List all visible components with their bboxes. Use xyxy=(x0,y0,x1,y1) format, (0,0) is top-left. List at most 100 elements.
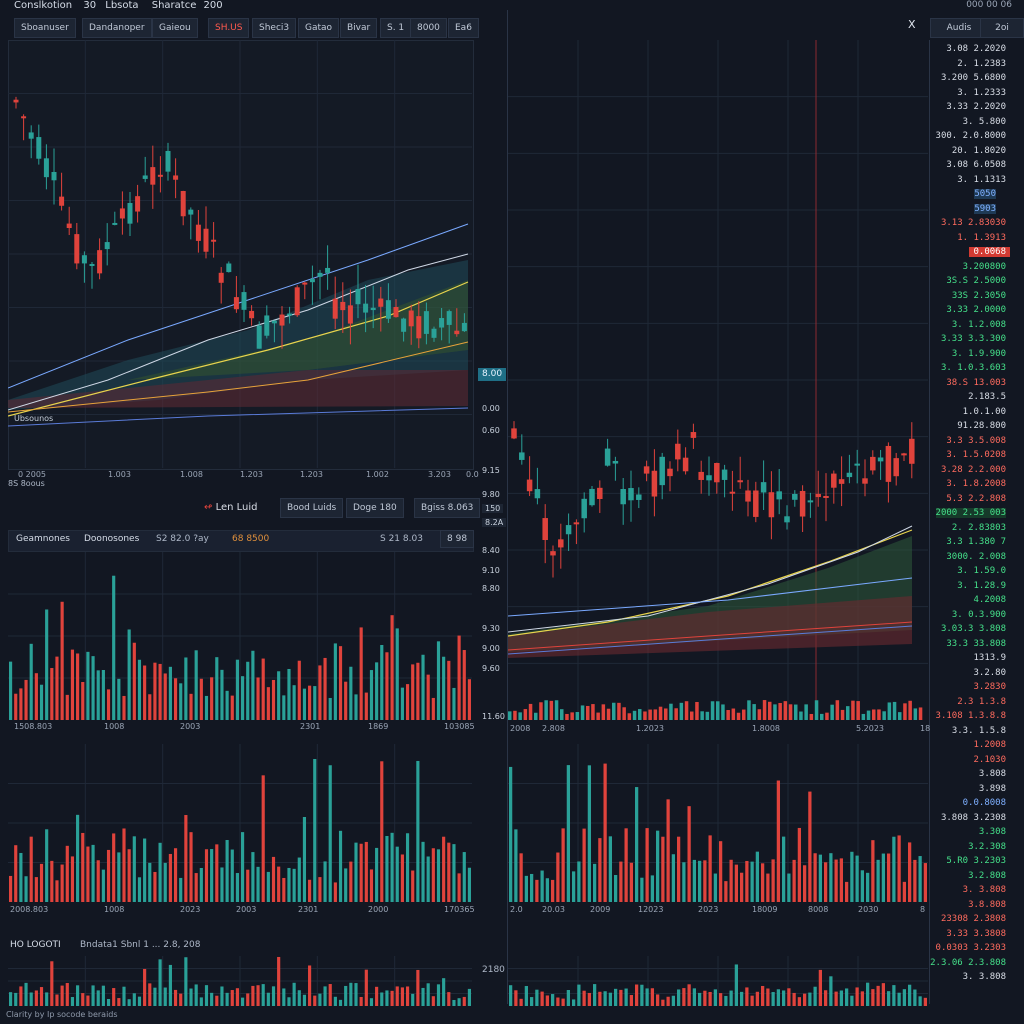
tab-geamnones[interactable]: Geamnones xyxy=(16,534,70,544)
candle-body xyxy=(127,202,133,224)
doge-button[interactable]: Doge 180 xyxy=(346,498,404,518)
volume-bar xyxy=(400,687,404,720)
volume-bar xyxy=(887,991,891,1006)
volume-bar xyxy=(199,678,203,720)
toolbar-item-3[interactable]: Gaieou xyxy=(152,18,198,38)
volume-bar xyxy=(799,711,803,720)
candle-body xyxy=(226,263,232,273)
volume-bar xyxy=(179,877,183,902)
expand-icon[interactable]: X xyxy=(908,18,916,31)
candle-body xyxy=(729,491,736,494)
right-vol-x-tick: 2009 xyxy=(590,905,611,914)
right-vol-x-tick: 18009 xyxy=(752,905,778,914)
volume-bar xyxy=(813,853,817,902)
volume-bar xyxy=(824,990,828,1006)
volume-bar xyxy=(658,706,663,720)
toolbar-item-1[interactable]: Sboanuser xyxy=(14,18,76,38)
volume-bar xyxy=(220,986,224,1006)
volume-bar xyxy=(369,998,374,1006)
volume-bar xyxy=(210,677,214,720)
volume-bar xyxy=(530,997,534,1006)
volume-bar xyxy=(246,993,250,1006)
volume-bar xyxy=(638,709,642,720)
toolbar-item-6[interactable]: Gatao xyxy=(298,18,340,38)
orderbook-row: 3. 5.800 xyxy=(962,116,1006,127)
volume-bar xyxy=(549,700,554,720)
volume-bar xyxy=(572,999,576,1006)
toolbar-item-9[interactable]: 8000 xyxy=(410,18,447,38)
volume-bar xyxy=(797,997,801,1006)
volume-bar xyxy=(898,712,902,720)
main-candle-chart[interactable] xyxy=(8,40,472,468)
candle-body xyxy=(203,228,209,252)
candle-body xyxy=(799,490,806,517)
volume-bar xyxy=(60,601,64,720)
volume-bar xyxy=(524,875,528,902)
volume-bar xyxy=(762,700,767,720)
volume-bar xyxy=(829,853,833,902)
candle-body xyxy=(534,489,541,499)
bgiss-button[interactable]: Bgiss 8.063 xyxy=(414,498,481,518)
volume-bar xyxy=(892,836,896,902)
volume-bar xyxy=(908,842,912,902)
volume-bar xyxy=(771,859,775,902)
volume-bar xyxy=(14,693,18,720)
volume-bar xyxy=(803,993,807,1006)
candle-body xyxy=(706,475,712,481)
volume-bar xyxy=(703,860,707,902)
toolbar-item-8[interactable]: S. 1 xyxy=(380,18,412,38)
orderbook-row: 3. 1.8.2008 xyxy=(946,479,1006,489)
volume-bar xyxy=(902,989,906,1006)
volume-bar xyxy=(808,791,812,902)
volume-bar xyxy=(782,990,786,1006)
tab-doonosones[interactable]: Doonosones xyxy=(84,534,139,544)
volume-bar xyxy=(745,987,749,1006)
volume-bar xyxy=(687,984,691,1006)
center-axis-label: 8.2A xyxy=(482,518,507,527)
volume-bar xyxy=(395,986,399,1006)
volume-bar xyxy=(726,710,730,720)
volume-bar xyxy=(835,700,840,720)
volume-bar xyxy=(768,701,772,720)
right-vol-x-tick: 2023 xyxy=(698,905,719,914)
toolbar-item-5[interactable]: Sheci3 xyxy=(252,18,297,38)
volume-bar xyxy=(344,985,348,1006)
volume-bar xyxy=(457,998,461,1006)
volume-bar xyxy=(860,870,864,902)
toolbar-item-4[interactable]: SH.US xyxy=(208,18,250,38)
orderbook-row: 3. 1.0.3.603 xyxy=(940,363,1006,373)
volume-bar xyxy=(462,650,466,720)
orderbook-row: 300. 2.0.8000 xyxy=(935,131,1006,141)
volume-bar xyxy=(24,982,28,1006)
toolbar-item-10[interactable]: Ea6 xyxy=(448,18,479,38)
vol1-x-tick: 1508.803 xyxy=(14,722,53,731)
main-x-tick: 1.002 xyxy=(366,470,389,479)
volume-bar xyxy=(251,852,255,902)
volume-bar xyxy=(442,978,446,1006)
candle-body xyxy=(446,311,452,325)
candle-body xyxy=(142,175,148,179)
volume-bar xyxy=(635,984,639,1006)
volume-bar xyxy=(598,991,602,1006)
candle-body xyxy=(909,438,915,464)
toolbar-item-2[interactable]: Dandanoper xyxy=(82,18,152,38)
volume-bar xyxy=(577,984,581,1006)
volume-bar xyxy=(369,670,374,720)
volume-bar xyxy=(692,859,696,902)
volume-bar xyxy=(163,862,167,902)
toolbar-item-7[interactable]: Bivar xyxy=(340,18,378,38)
volume-bar xyxy=(650,875,654,902)
volume-bar xyxy=(788,704,793,720)
interval-button[interactable]: 2oi xyxy=(980,18,1024,38)
volume-bar xyxy=(318,993,322,1006)
volume-bar xyxy=(614,988,618,1006)
right-candle-chart[interactable] xyxy=(508,40,928,720)
vol-info-4[interactable]: 8 98 xyxy=(440,530,475,548)
volume-bar xyxy=(792,992,796,1006)
volume-bar xyxy=(447,992,451,1006)
volume-bar xyxy=(645,828,649,902)
volume-bar xyxy=(551,994,555,1006)
bood-luids-button[interactable]: Bood Luids xyxy=(280,498,344,518)
volume-bar xyxy=(606,708,611,720)
volume-bar xyxy=(447,842,451,902)
